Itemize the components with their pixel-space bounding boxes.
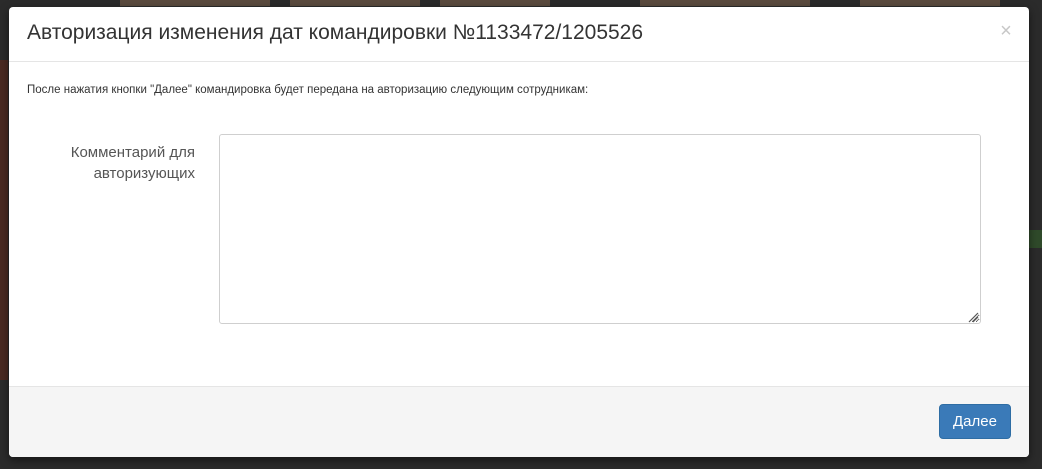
comment-label: Комментарий для авторизующих — [70, 144, 195, 182]
modal-footer: Далее — [9, 386, 1029, 457]
modal-header: Авторизация изменения дат командировки №… — [9, 7, 1029, 62]
info-text: После нажатия кнопки "Далее" командировк… — [27, 84, 589, 96]
background-page-element — [0, 60, 8, 380]
background-page-element — [440, 0, 550, 6]
resize-grip-icon[interactable] — [967, 311, 979, 323]
modal-title: Авторизация изменения дат командировки №… — [27, 21, 644, 44]
background-page-element — [860, 0, 1000, 6]
close-icon[interactable]: × — [998, 21, 1014, 41]
background-page-element — [1029, 230, 1042, 248]
background-page-element — [290, 0, 420, 6]
background-page-element — [120, 0, 270, 6]
authorization-modal: Авторизация изменения дат командировки №… — [9, 7, 1029, 457]
next-button[interactable]: Далее — [939, 404, 1011, 439]
modal-body: После нажатия кнопки "Далее" командировк… — [9, 62, 1029, 386]
comment-textarea[interactable] — [219, 134, 981, 324]
background-page-element — [640, 0, 810, 6]
